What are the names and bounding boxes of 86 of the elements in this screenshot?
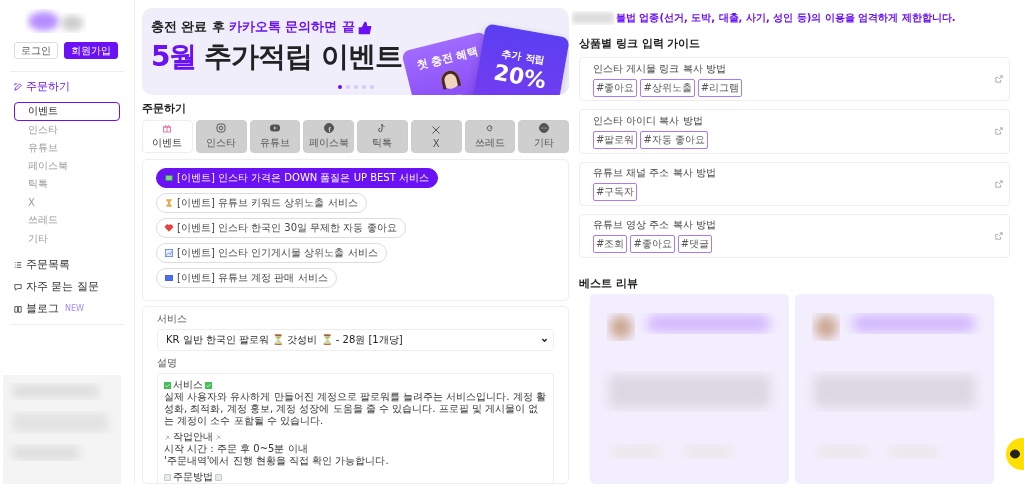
facebook-icon (323, 123, 334, 133)
carousel-dot[interactable] (369, 85, 374, 89)
menu-heading[interactable]: 주문하기 (26, 79, 70, 95)
chat-bubble-icon (14, 282, 22, 291)
hashtag: #자동 좋아요 (640, 130, 708, 149)
check-icon (205, 381, 212, 389)
description-text: 실제 사용자와 유사하게 만들어진 계정으로 팔로워를 늘려주는 서비스입니다. 계정 활성화, 최적화, 계정 홍보, 계정 성장에 도움을 줄 수 있습니다. 프로필 및 게시물이 없는 계정이 소수 포함될 수 있습니다. (164, 391, 547, 427)
memo-icon (164, 473, 171, 481)
sidebar-link[interactable]: 주문목록 (26, 257, 70, 272)
platform-tab[interactable]: 쓰레드 (464, 120, 516, 153)
money-icon (165, 174, 173, 182)
service-chip[interactable]: [이벤트] 인스타 인기게시물 상위노출 서비스 (156, 243, 387, 263)
service-chip[interactable]: [이벤트] 유튜브 계정 판매 서비스 (156, 268, 337, 288)
youtube-icon (269, 123, 280, 133)
gift-icon (162, 123, 173, 133)
hashtag: #조회 (593, 235, 628, 254)
external-link-icon (995, 127, 1003, 136)
instagram-icon (216, 123, 227, 133)
guide-title: 유튜브 영상 주소 복사 방법 (593, 218, 716, 233)
carousel-dot[interactable] (361, 85, 366, 89)
guide-title: 인스타 게시물 링크 복사 방법 (593, 61, 727, 76)
new-label: NEW (65, 304, 84, 314)
chat-bubble-icon (1010, 449, 1020, 459)
platform-tab[interactable]: 틱톡 (357, 120, 408, 153)
platform-tab[interactable]: 기타 (518, 120, 569, 153)
guide-title: 인스타 아이디 복사 방법 (593, 113, 704, 128)
x-logo-icon (431, 124, 442, 135)
chart-icon (165, 249, 173, 257)
platform-tab[interactable]: 페이스북 (303, 120, 354, 153)
external-link-icon (995, 179, 1003, 188)
tiktok-icon (377, 123, 388, 133)
sidebar-item[interactable]: 이벤트 (14, 102, 120, 121)
hashtag: #댓글 (677, 235, 713, 254)
service-select[interactable]: KR 일반 한국인 팔로워 ⏳ 갓성비 ⏳ - 28원 [1개당] (157, 329, 554, 351)
sidebar-link[interactable]: 자주 묻는 질문 (26, 279, 99, 294)
description-text: 시작 시간 : 주문 후 0~5분 이내 (164, 443, 309, 455)
banner-subtitle: 충전 완료 후 카카오톡 문의하면 끝 (151, 19, 403, 36)
guide-title: 유튜브 채널 주소 복사 방법 (593, 166, 716, 181)
hashtag: #좋아요 (630, 235, 675, 254)
service-chip[interactable]: [이벤트] 인스타 한국인 30일 무제한 자동 좋아요 (156, 218, 406, 238)
guide-card[interactable]: 유튜브 영상 주소 복사 방법 #조회 #좋아요 #댓글 (579, 213, 1010, 258)
carousel-dot[interactable] (353, 85, 358, 89)
carousel-dot[interactable] (337, 85, 342, 89)
description-text: '주문내역'에서 진행 현황을 직접 확인 가능합니다. (164, 455, 390, 467)
hashtag: #팔로워 (593, 130, 638, 149)
guide-card[interactable]: 유튜브 채널 주소 복사 방법 #구독자 (579, 161, 1010, 206)
banner-title: 5월 추가적립 이벤트 (151, 39, 403, 75)
platform-tab[interactable]: X (410, 120, 462, 153)
section-heading: 상품별 링크 입력 가이드 (579, 36, 702, 51)
hashtag: #구독자 (593, 183, 638, 202)
film-icon (165, 274, 173, 282)
edit-icon (14, 82, 22, 91)
thumbs-up-icon (357, 20, 372, 35)
guide-card[interactable]: 인스타 아이디 복사 방법 #팔로워 #자동 좋아요 (579, 109, 1010, 154)
threads-icon (484, 123, 495, 133)
carousel-dot[interactable] (345, 85, 350, 89)
notice-text: 불법 업종(선거, 도박, 대출, 사기, 성인 등)의 이용을 엄격하게 제한합니다. (616, 11, 956, 25)
service-chip[interactable]: [이벤트] 인스타 가격은 DOWN 품질은 UP BEST 서비스 (156, 168, 438, 188)
login-button[interactable]: 로그인 (14, 42, 58, 60)
book-icon (14, 304, 22, 313)
field-label: 서비스 (157, 312, 188, 326)
description-heading: 서비스 (173, 379, 203, 391)
hashtag: #리그램 (697, 78, 743, 97)
more-icon (538, 123, 549, 133)
hashtag: #상위노출 (640, 78, 695, 97)
platform-tab[interactable]: 이벤트 (142, 120, 193, 153)
check-icon (164, 381, 171, 389)
sidebar-link[interactable]: 블로그 (26, 301, 59, 316)
service-chip[interactable]: [이벤트] 유튜브 키워드 상위노출 서비스 (156, 193, 367, 213)
list-icon (14, 260, 22, 269)
platform-tab[interactable]: 유튜브 (249, 120, 301, 153)
hashtag: #좋아요 (593, 78, 638, 97)
external-link-icon (995, 75, 1003, 84)
external-link-icon (995, 231, 1003, 240)
signup-button[interactable]: 회원가입 (64, 42, 118, 60)
heart-icon (165, 224, 173, 232)
guide-card[interactable]: 인스타 게시물 링크 복사 방법 #좋아요 #상위노출 #리그램 (579, 57, 1010, 102)
description-heading: 작업안내 (173, 431, 213, 443)
platform-tab[interactable]: 인스타 (195, 120, 247, 153)
description-heading: 주문방법 (173, 471, 213, 483)
hourglass-icon (165, 199, 173, 207)
field-label: 설명 (157, 356, 178, 370)
section-heading: 베스트 리뷰 (579, 276, 639, 291)
memo-icon (215, 473, 222, 481)
chevron-down-icon (541, 336, 548, 344)
section-heading: 주문하기 (142, 101, 187, 116)
